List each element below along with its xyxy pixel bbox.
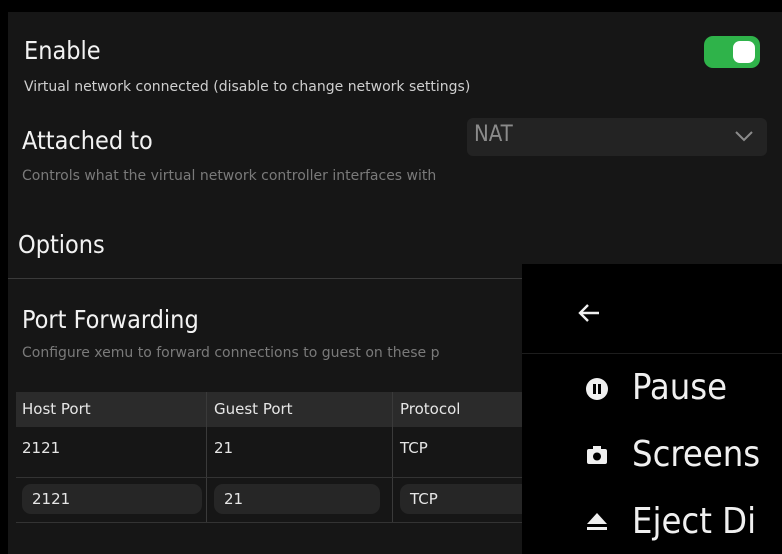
menu-item-label: Eject Di (632, 501, 757, 542)
header-host-port: Host Port (22, 400, 91, 418)
enable-description: Virtual network connected (disable to ch… (24, 79, 471, 95)
options-heading: Options (18, 230, 105, 259)
menu-item-eject[interactable]: Eject Di (522, 498, 782, 548)
chevron-down-icon (735, 131, 753, 142)
quick-menu-overlay: Pause Screens Eject Di (522, 264, 782, 554)
eject-icon (587, 513, 607, 530)
guest-port-input[interactable]: 21 (214, 484, 380, 514)
menu-item-label: Pause (632, 367, 728, 408)
back-arrow-icon[interactable] (578, 304, 600, 322)
enable-title: Enable (24, 36, 101, 65)
menu-item-label: Screens (632, 434, 761, 475)
toggle-knob (733, 41, 755, 63)
port-forwarding-title: Port Forwarding (22, 305, 199, 334)
row-protocol: TCP (400, 439, 428, 457)
pause-icon (586, 378, 608, 400)
header-guest-port: Guest Port (214, 400, 293, 418)
header-protocol: Protocol (400, 400, 461, 418)
column-divider (392, 392, 393, 523)
port-forwarding-description: Configure xemu to forward connections to… (22, 345, 440, 361)
host-port-input[interactable]: 2121 (22, 484, 202, 514)
attached-to-title: Attached to (22, 126, 153, 155)
attached-to-description: Controls what the virtual network contro… (22, 168, 437, 184)
camera-icon (587, 446, 607, 464)
attached-to-select[interactable]: NAT (467, 118, 767, 156)
menu-header-divider (522, 353, 782, 354)
menu-item-pause[interactable]: Pause (522, 364, 782, 414)
enable-toggle[interactable] (704, 36, 760, 68)
attached-to-value: NAT (474, 122, 513, 147)
row-guest-port: 21 (214, 439, 234, 457)
column-divider (206, 392, 207, 523)
row-host-port: 2121 (22, 439, 61, 457)
menu-item-screenshot[interactable]: Screens (522, 431, 782, 481)
